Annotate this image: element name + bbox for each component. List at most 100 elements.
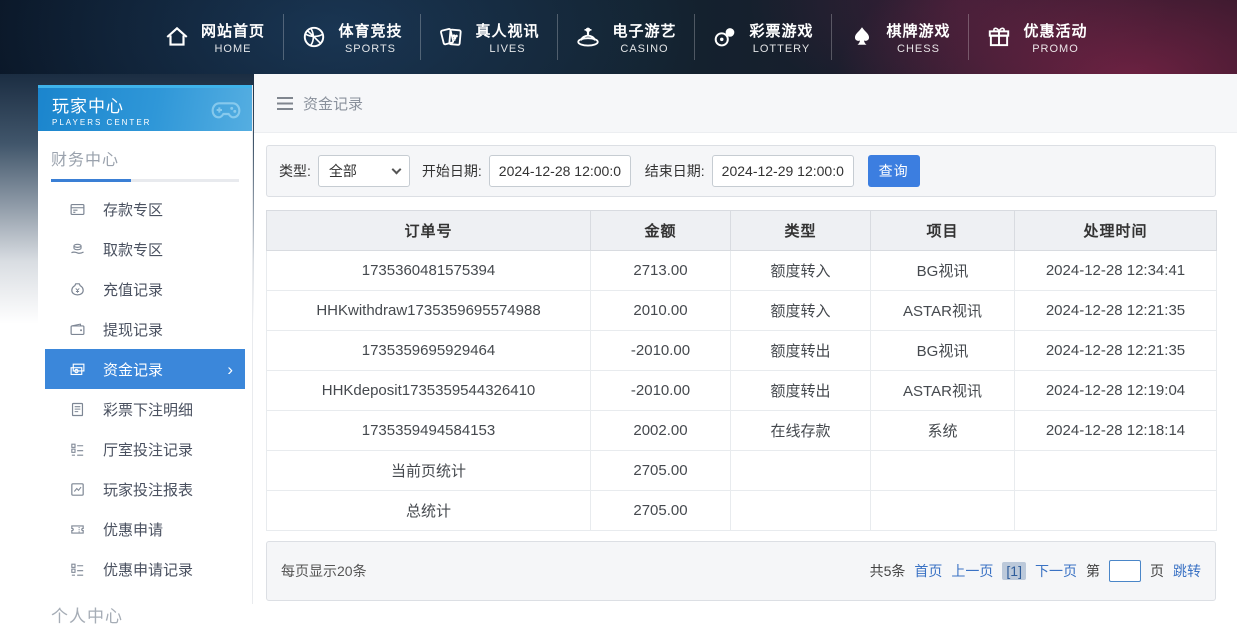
end-date-input[interactable] bbox=[712, 155, 854, 187]
sidebar-item-withdraw-zone[interactable]: 取款专区 › bbox=[45, 229, 245, 269]
cell-process-time: 2024-12-28 12:21:35 bbox=[1015, 331, 1217, 371]
finance-section-header: 财务中心 bbox=[38, 131, 252, 182]
sidebar-item-label: 充值记录 bbox=[103, 279, 163, 300]
lottery-icon bbox=[712, 24, 738, 50]
top-nav: 网站首页 HOME 体育竞技 SPORTS 真人视讯 LIVES bbox=[0, 0, 1237, 74]
hall-bet-icon bbox=[69, 441, 86, 458]
cashout-icon bbox=[69, 321, 86, 338]
nav-label-zh: 真人视讯 bbox=[475, 20, 539, 41]
menu-icon[interactable] bbox=[277, 97, 293, 110]
nav-label-en: HOME bbox=[201, 43, 265, 55]
nav-label-en: SPORTS bbox=[338, 43, 402, 55]
nav-label-en: PROMO bbox=[1023, 43, 1087, 55]
table-row: 1735359494584153 2002.00 在线存款 系统 2024-12… bbox=[267, 411, 1217, 451]
nav-label-zh: 彩票游戏 bbox=[749, 20, 813, 41]
total-count-label: 共5条 bbox=[870, 561, 906, 581]
prev-page-link[interactable]: 上一页 bbox=[951, 561, 993, 581]
promo-apply-icon bbox=[69, 521, 86, 538]
sidebar-item-promo-app-records[interactable]: 优惠申请记录 › bbox=[45, 549, 245, 589]
cell-process-time: 2024-12-28 12:21:35 bbox=[1015, 291, 1217, 331]
cell-amount: -2010.00 bbox=[591, 331, 731, 371]
section-underline bbox=[51, 179, 239, 182]
main-content: 资金记录 类型: 全部 开始日期: 结束日期: 查询 订单号 金额 类型 项目 bbox=[254, 74, 1237, 604]
cell-type bbox=[731, 491, 871, 531]
next-page-link[interactable]: 下一页 bbox=[1035, 561, 1077, 581]
nav-list: 网站首页 HOME 体育竞技 SPORTS 真人视讯 LIVES bbox=[146, 0, 1237, 74]
nav-label-en: LIVES bbox=[475, 43, 539, 55]
search-button[interactable]: 查询 bbox=[868, 155, 920, 187]
nav-item-chess[interactable]: 棋牌游戏 CHESS bbox=[831, 14, 968, 60]
breadcrumb-label: 资金记录 bbox=[303, 93, 363, 114]
sidebar-item-withdrawal-records[interactable]: 提现记录 › bbox=[45, 309, 245, 349]
lottery-detail-icon bbox=[69, 401, 86, 418]
sidebar-item-label: 厅室投注记录 bbox=[103, 439, 193, 460]
type-select-value: 全部 bbox=[329, 161, 357, 181]
sports-icon bbox=[301, 24, 327, 50]
cell-type: 额度转入 bbox=[731, 291, 871, 331]
table-row: 1735360481575394 2713.00 额度转入 BG视讯 2024-… bbox=[267, 251, 1217, 291]
gamepad-icon bbox=[208, 94, 244, 126]
sidebar-item-lottery-bet-details[interactable]: 彩票下注明细 › bbox=[45, 389, 245, 429]
table-row: HHKwithdraw1735359695574988 2010.00 额度转入… bbox=[267, 291, 1217, 331]
report-icon bbox=[69, 481, 86, 498]
funds-icon bbox=[69, 361, 86, 378]
per-page-label: 每页显示20条 bbox=[281, 561, 367, 581]
cell-project: ASTAR视讯 bbox=[871, 371, 1015, 411]
nav-item-home[interactable]: 网站首页 HOME bbox=[146, 14, 283, 60]
sidebar-item-player-bet-report[interactable]: 玩家投注报表 › bbox=[45, 469, 245, 509]
nav-label-en: CASINO bbox=[612, 43, 676, 55]
personal-section-header: 个人中心 bbox=[38, 589, 252, 627]
sidebar-item-label: 提现记录 bbox=[103, 319, 163, 340]
nav-item-lives[interactable]: 真人视讯 LIVES bbox=[420, 14, 557, 60]
cell-type bbox=[731, 451, 871, 491]
spade-icon bbox=[849, 24, 875, 50]
sidebar-item-promo-application[interactable]: 优惠申请 › bbox=[45, 509, 245, 549]
start-date-input[interactable] bbox=[489, 155, 631, 187]
cell-order-number: 总统计 bbox=[267, 491, 591, 531]
nav-label-zh: 优惠活动 bbox=[1023, 20, 1087, 41]
sidebar-item-recharge-records[interactable]: 充值记录 › bbox=[45, 269, 245, 309]
chevron-down-icon bbox=[391, 164, 401, 174]
cell-process-time: 2024-12-28 12:19:04 bbox=[1015, 371, 1217, 411]
table-row: 1735359695929464 -2010.00 额度转出 BG视讯 2024… bbox=[267, 331, 1217, 371]
cell-project: BG视讯 bbox=[871, 251, 1015, 291]
cell-amount: 2705.00 bbox=[591, 491, 731, 531]
sidebar-item-label: 优惠申请 bbox=[103, 519, 163, 540]
sidebar-item-label: 资金记录 bbox=[103, 359, 163, 380]
nav-item-lottery[interactable]: 彩票游戏 LOTTERY bbox=[694, 14, 831, 60]
cell-process-time: 2024-12-28 12:34:41 bbox=[1015, 251, 1217, 291]
recharge-icon bbox=[69, 281, 86, 298]
cell-type: 在线存款 bbox=[731, 411, 871, 451]
sidebar-item-hall-bet-records[interactable]: 厅室投注记录 › bbox=[45, 429, 245, 469]
nav-item-sports[interactable]: 体育竞技 SPORTS bbox=[283, 14, 420, 60]
cell-order-number: 当前页统计 bbox=[267, 451, 591, 491]
nav-label-en: LOTTERY bbox=[749, 43, 813, 55]
cell-process-time bbox=[1015, 491, 1217, 531]
page-number-input[interactable] bbox=[1109, 560, 1141, 582]
cell-amount: 2713.00 bbox=[591, 251, 731, 291]
nav-item-casino[interactable]: 电子游艺 CASINO bbox=[557, 14, 694, 60]
jump-link[interactable]: 跳转 bbox=[1173, 561, 1201, 581]
cell-project: 系统 bbox=[871, 411, 1015, 451]
table-header-cell: 类型 bbox=[731, 211, 871, 251]
cell-amount: 2010.00 bbox=[591, 291, 731, 331]
cell-order-number: HHKwithdraw1735359695574988 bbox=[267, 291, 591, 331]
nav-item-promo[interactable]: 优惠活动 PROMO bbox=[968, 14, 1105, 60]
sidebar: 玩家中心 PLAYERS CENTER 财务中心 存款专区 › 取款专区 › 充… bbox=[38, 85, 253, 604]
type-select[interactable]: 全部 bbox=[318, 155, 410, 187]
table-row: HHKdeposit1735359544326410 -2010.00 额度转出… bbox=[267, 371, 1217, 411]
table-header-cell: 金额 bbox=[591, 211, 731, 251]
cell-order-number: 1735360481575394 bbox=[267, 251, 591, 291]
casino-icon bbox=[575, 24, 601, 50]
cell-order-number: 1735359695929464 bbox=[267, 331, 591, 371]
nav-label-zh: 体育竞技 bbox=[338, 20, 402, 41]
cell-project: ASTAR视讯 bbox=[871, 291, 1015, 331]
cell-project bbox=[871, 491, 1015, 531]
end-date-label: 结束日期: bbox=[645, 161, 705, 181]
sidebar-item-funds-records[interactable]: 资金记录 › bbox=[45, 349, 245, 389]
first-page-link[interactable]: 首页 bbox=[914, 561, 942, 581]
sidebar-item-deposit-zone[interactable]: 存款专区 › bbox=[45, 189, 245, 229]
nav-label-zh: 棋牌游戏 bbox=[886, 20, 950, 41]
cell-type: 额度转入 bbox=[731, 251, 871, 291]
current-page-indicator: [1] bbox=[1002, 562, 1026, 580]
